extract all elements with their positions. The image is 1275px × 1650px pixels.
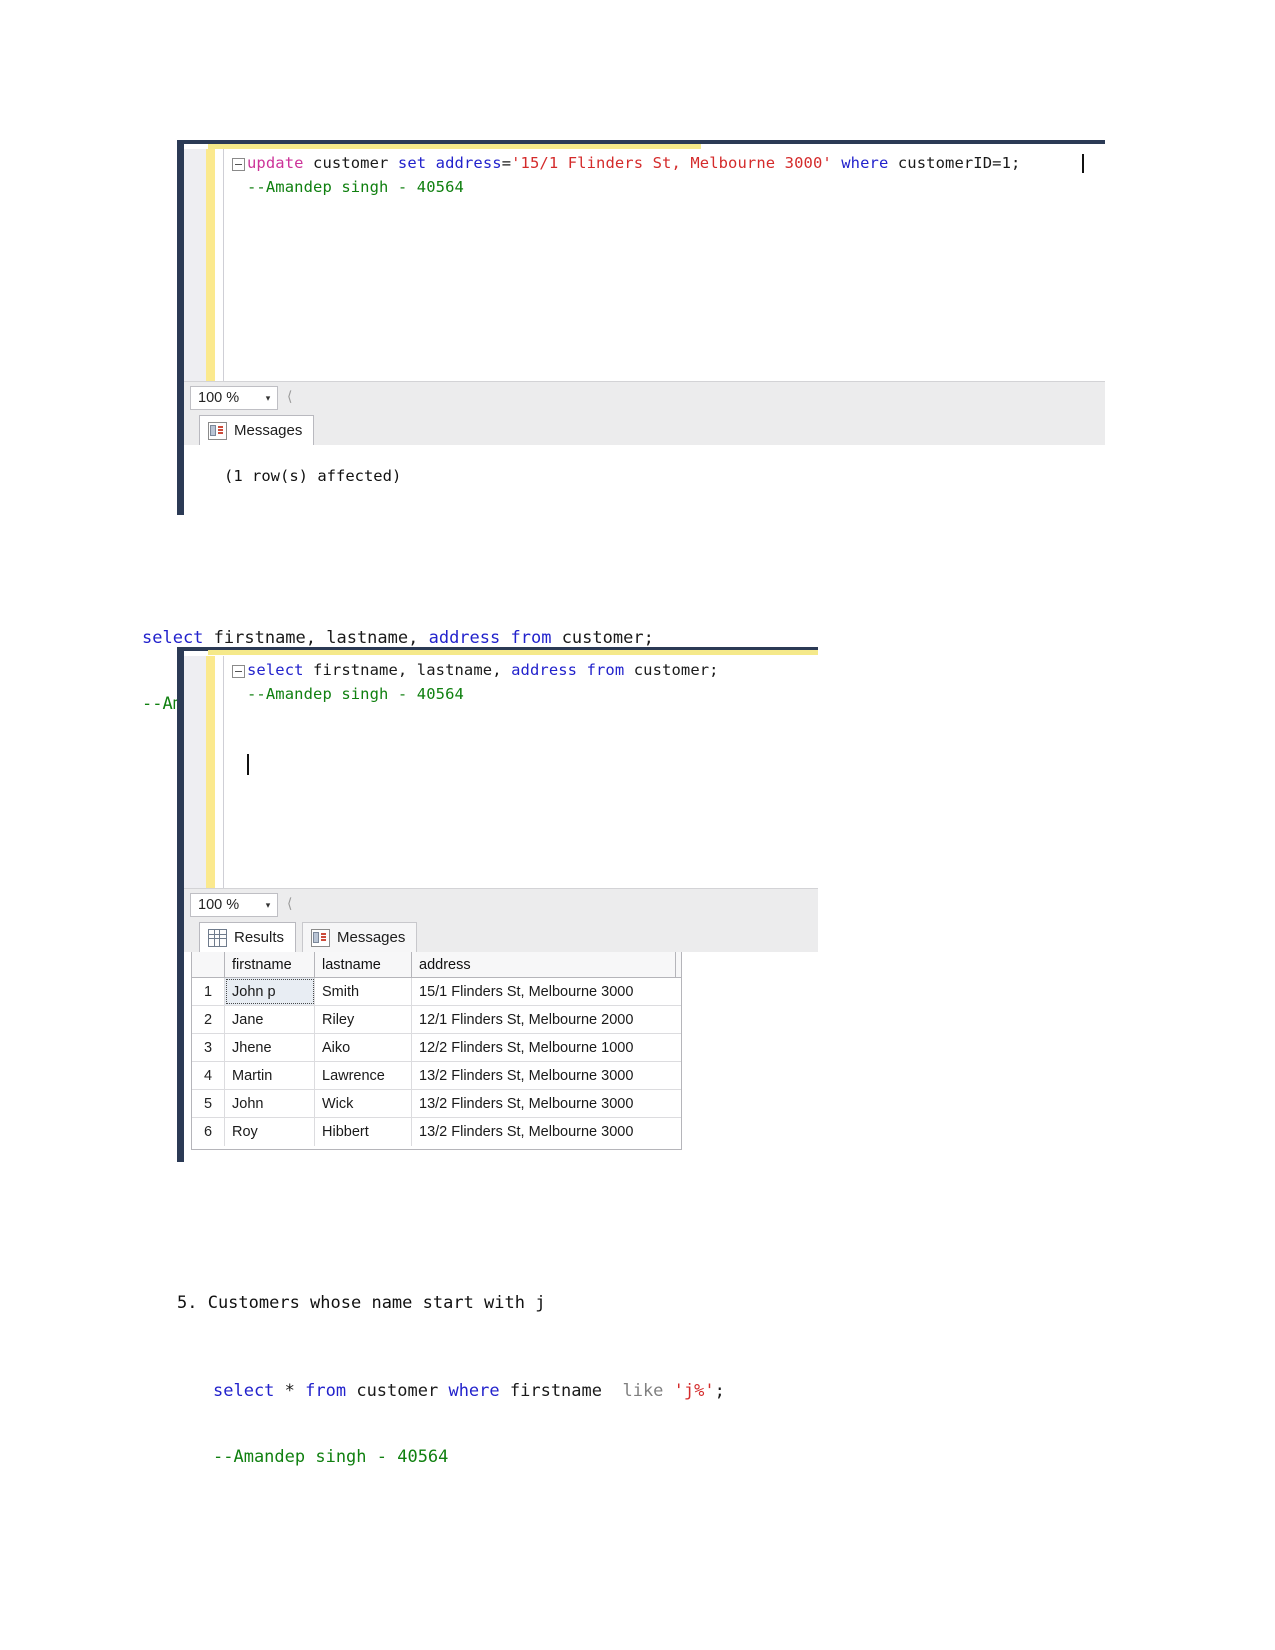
table-row[interactable]: 4 Martin Lawrence 13/2 Flinders St, Melb… [192,1062,681,1090]
zoom-level-value: 100 % [198,897,240,913]
panel-left-border [177,647,184,1162]
editor-gutter [184,656,206,888]
cell-address[interactable]: 12/1 Flinders St, Melbourne 2000 [412,1006,676,1033]
table-row[interactable]: 3 Jhene Aiko 12/2 Flinders St, Melbourne… [192,1034,681,1062]
sql-editor-update[interactable]: update customer set address='15/1 Flinde… [184,149,1105,381]
cell-firstname[interactable]: Jane [225,1006,315,1033]
question-5-sql: select * from customer where firstname l… [213,1336,725,1490]
tab-results[interactable]: Results [199,922,297,952]
ssms-panel-update: update customer set address='15/1 Flinde… [177,140,1105,515]
editor-gutter-divider [223,149,224,381]
row-number: 1 [192,978,225,1005]
cell-lastname[interactable]: Hibbert [315,1118,412,1146]
messages-output-text: (1 row(s) affected) [224,467,402,485]
messages-output-pane: (1 row(s) affected) [184,445,1105,515]
chevron-down-icon[interactable]: ▾ [259,900,277,911]
row-number: 2 [192,1006,225,1033]
cell-firstname[interactable]: John p [225,978,315,1005]
results-header-row: firstname lastname address [192,952,681,978]
editor-zoom-strip: 100 % ▾ ⟨ [184,381,1105,414]
tab-messages-label: Messages [234,422,303,439]
grid-icon [208,928,227,947]
cell-lastname[interactable]: Aiko [315,1034,412,1061]
question-5-sql-line1: select * from customer where firstname l… [213,1381,725,1401]
collapse-region-icon[interactable] [232,158,245,171]
code-line-update-2: --Amandep singh - 40564 [247,178,464,196]
code-line-select-1: select firstname, lastname, address from… [247,661,719,679]
zoom-level-dropdown[interactable]: 100 % ▾ [190,386,278,410]
cell-firstname[interactable]: Martin [225,1062,315,1089]
column-header-lastname[interactable]: lastname [315,952,412,977]
question-5-sql-line2: --Amandep singh - 40564 [213,1447,449,1467]
editor-change-marker [206,656,215,888]
results-grid[interactable]: firstname lastname address 1 John p Smit… [191,952,682,1150]
question-5-heading: 5. Customers whose name start with j [177,1293,546,1313]
cell-firstname[interactable]: Roy [225,1118,315,1146]
split-handle-icon[interactable]: ⟨ [287,388,292,405]
cell-lastname[interactable]: Wick [315,1090,412,1117]
text-cursor [247,754,249,775]
cell-lastname[interactable]: Riley [315,1006,412,1033]
code-line-select-2: --Amandep singh - 40564 [247,685,464,703]
cell-lastname[interactable]: Smith [315,978,412,1005]
text-cursor [1082,154,1084,173]
ssms-panel-select: select firstname, lastname, address from… [177,647,818,1162]
cell-lastname[interactable]: Lawrence [315,1062,412,1089]
zoom-level-value: 100 % [198,390,240,406]
cell-address[interactable]: 12/2 Flinders St, Melbourne 1000 [412,1034,676,1061]
row-number: 5 [192,1090,225,1117]
tab-messages-label: Messages [337,929,406,946]
output-tabstrip-update: Messages [184,413,1105,445]
split-handle-icon[interactable]: ⟨ [287,895,292,912]
cell-address[interactable]: 13/2 Flinders St, Melbourne 3000 [412,1090,676,1117]
messages-icon [208,421,227,440]
cell-address[interactable]: 15/1 Flinders St, Melbourne 3000 [412,978,676,1005]
cell-firstname[interactable]: John [225,1090,315,1117]
doc-snippet-select-line1: select firstname, lastname, address from… [142,628,654,648]
editor-gutter-divider [223,656,224,888]
table-row[interactable]: 2 Jane Riley 12/1 Flinders St, Melbourne… [192,1006,681,1034]
editor-change-marker [206,149,215,381]
zoom-level-dropdown[interactable]: 100 % ▾ [190,893,278,917]
messages-icon [311,928,330,947]
column-header-rownum[interactable] [192,952,225,977]
row-number: 6 [192,1118,225,1146]
row-number: 3 [192,1034,225,1061]
cell-address[interactable]: 13/2 Flinders St, Melbourne 3000 [412,1118,676,1146]
editor-zoom-strip: 100 % ▾ ⟨ [184,888,818,921]
table-row[interactable]: 5 John Wick 13/2 Flinders St, Melbourne … [192,1090,681,1118]
output-tabstrip-select: Results Messages [184,920,818,952]
panel-left-border [177,140,184,515]
sql-editor-select[interactable]: select firstname, lastname, address from… [184,656,818,888]
collapse-region-icon[interactable] [232,665,245,678]
table-row[interactable]: 1 John p Smith 15/1 Flinders St, Melbour… [192,978,681,1006]
column-header-firstname[interactable]: firstname [225,952,315,977]
tab-results-label: Results [234,929,285,946]
table-row[interactable]: 6 Roy Hibbert 13/2 Flinders St, Melbourn… [192,1118,681,1146]
tab-messages[interactable]: Messages [302,922,418,952]
row-number: 4 [192,1062,225,1089]
cell-firstname[interactable]: Jhene [225,1034,315,1061]
editor-top-highlight [208,650,818,655]
editor-gutter [184,149,206,381]
column-header-address[interactable]: address [412,952,676,977]
tab-messages[interactable]: Messages [199,415,315,445]
code-line-update-1: update customer set address='15/1 Flinde… [247,154,1021,172]
cell-address[interactable]: 13/2 Flinders St, Melbourne 3000 [412,1062,676,1089]
chevron-down-icon[interactable]: ▾ [259,393,277,404]
